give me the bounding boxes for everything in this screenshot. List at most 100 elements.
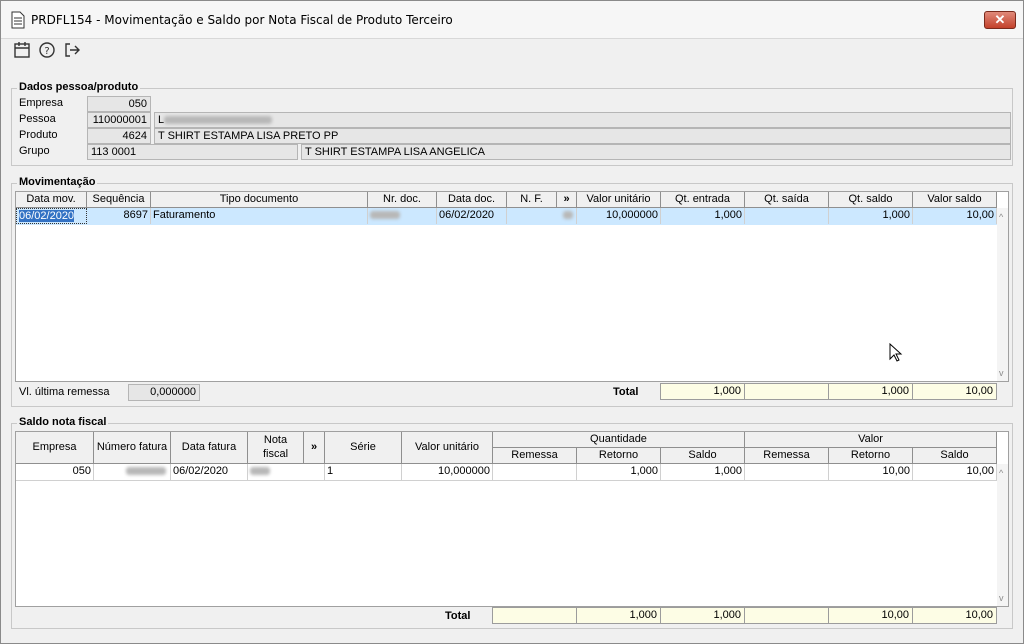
scroll-down-icon[interactable]: v xyxy=(999,593,1004,603)
col-header-valor-unitario[interactable]: Valor unitário xyxy=(402,432,493,464)
col-header-qt-entrada[interactable]: Qt. entrada xyxy=(661,192,745,208)
col-header-quantidade[interactable]: Quantidade xyxy=(493,432,745,448)
produto-code-field[interactable]: 4624 xyxy=(87,128,151,144)
pessoa-label: Pessoa xyxy=(19,113,56,125)
total-qt-saldo: 1,000 xyxy=(828,383,913,400)
app-window: PRDFL154 - Movimentação e Saldo por Nota… xyxy=(0,0,1024,644)
cell-numero-fatura[interactable] xyxy=(94,464,171,480)
cell-q-remessa[interactable] xyxy=(493,464,577,480)
col-header-v-retorno[interactable]: Retorno xyxy=(829,448,913,464)
produto-name-field: T SHIRT ESTAMPA LISA PRETO PP xyxy=(154,128,1011,144)
col-header-serie[interactable]: Série xyxy=(325,432,402,464)
grupo-name-field: T SHIRT ESTAMPA LISA ANGELICA xyxy=(301,144,1011,160)
movimentacao-grid[interactable]: Data mov. Sequência Tipo documento Nr. d… xyxy=(15,191,1009,382)
ultima-remessa-label: Vl. última remessa xyxy=(19,386,110,398)
col-header-qt-saldo[interactable]: Qt. saldo xyxy=(829,192,913,208)
scroll-up-icon[interactable]: ^ xyxy=(999,212,1003,222)
cell-nf[interactable] xyxy=(507,208,577,224)
scroll-down-icon[interactable]: v xyxy=(999,368,1004,378)
cell-valor-unitario[interactable]: 10,000000 xyxy=(402,464,493,480)
window-title: PRDFL154 - Movimentação e Saldo por Nota… xyxy=(31,13,453,27)
close-button[interactable]: ✕ xyxy=(984,11,1016,29)
cell-empresa[interactable]: 050 xyxy=(16,464,94,480)
produto-label: Produto xyxy=(19,129,58,141)
saldo-grid[interactable]: Empresa Número fatura Data fatura Nota f… xyxy=(15,431,1009,607)
nota-fiscal-line2: fiscal xyxy=(262,448,289,460)
pessoa-name-field: L xyxy=(154,112,1011,128)
grupo-code-field[interactable]: 113 0001 xyxy=(87,144,298,160)
cell-valor-unitario[interactable]: 10,000000 xyxy=(577,208,661,224)
cell-qt-saldo[interactable]: 1,000 xyxy=(829,208,913,224)
col-header-nf[interactable]: N. F. xyxy=(507,192,557,208)
mouse-cursor-icon xyxy=(889,342,903,366)
total-v-remessa xyxy=(744,607,829,624)
saldo-title: Saldo nota fiscal xyxy=(17,416,109,428)
col-header-sequencia[interactable]: Sequência xyxy=(87,192,151,208)
cell-sequencia[interactable]: 8697 xyxy=(87,208,151,224)
col-header-valor[interactable]: Valor xyxy=(745,432,997,448)
col-header-valor-saldo[interactable]: Valor saldo xyxy=(913,192,997,208)
col-header-qt-saida[interactable]: Qt. saída xyxy=(745,192,829,208)
cell-q-retorno[interactable]: 1,000 xyxy=(577,464,661,480)
total-v-retorno: 10,00 xyxy=(828,607,913,624)
col-header-more[interactable]: » xyxy=(304,432,325,464)
exit-icon[interactable] xyxy=(63,41,83,61)
pessoa-code-field[interactable]: 110000001 xyxy=(87,112,151,128)
total-q-remessa xyxy=(492,607,577,624)
cell-q-saldo[interactable]: 1,000 xyxy=(661,464,745,480)
col-header-v-remessa[interactable]: Remessa xyxy=(745,448,829,464)
col-header-q-retorno[interactable]: Retorno xyxy=(577,448,661,464)
total-q-retorno: 1,000 xyxy=(576,607,661,624)
cell-qt-saida[interactable] xyxy=(745,208,829,224)
empresa-field[interactable]: 050 xyxy=(87,96,151,112)
cell-nota-fiscal[interactable] xyxy=(248,464,325,480)
cell-data-doc[interactable]: 06/02/2020 xyxy=(437,208,507,224)
cell-v-saldo[interactable]: 10,00 xyxy=(913,464,997,480)
col-header-q-saldo[interactable]: Saldo xyxy=(661,448,745,464)
total-q-saldo: 1,000 xyxy=(660,607,745,624)
cell-tipo-documento[interactable]: Faturamento xyxy=(151,208,368,224)
table-row[interactable]: 06/02/2020 8697 Faturamento 06/02/2020 1… xyxy=(16,208,997,225)
vertical-scrollbar[interactable] xyxy=(997,464,1008,606)
col-header-valor-unitario[interactable]: Valor unitário xyxy=(577,192,661,208)
redacted-text xyxy=(164,116,273,125)
col-header-data-mov[interactable]: Data mov. xyxy=(16,192,87,208)
cell-v-remessa[interactable] xyxy=(745,464,829,480)
redacted-text xyxy=(563,211,573,220)
nota-fiscal-line1: Nota xyxy=(263,434,288,446)
col-header-v-saldo[interactable]: Saldo xyxy=(913,448,997,464)
col-header-empresa[interactable]: Empresa xyxy=(16,432,94,464)
total-valor-saldo: 10,00 xyxy=(912,383,997,400)
document-icon xyxy=(11,11,25,32)
col-header-data-doc[interactable]: Data doc. xyxy=(437,192,507,208)
cell-nr-doc[interactable] xyxy=(368,208,437,224)
vertical-scrollbar[interactable] xyxy=(997,208,1008,381)
col-header-q-remessa[interactable]: Remessa xyxy=(493,448,577,464)
col-header-nr-doc[interactable]: Nr. doc. xyxy=(368,192,437,208)
total-v-saldo: 10,00 xyxy=(912,607,997,624)
col-header-nota-fiscal[interactable]: Nota fiscal xyxy=(248,432,304,464)
calendar-icon[interactable] xyxy=(13,41,33,61)
cell-serie[interactable]: 1 xyxy=(325,464,402,480)
col-header-tipo-documento[interactable]: Tipo documento xyxy=(151,192,368,208)
ultima-remessa-field: 0,000000 xyxy=(128,384,200,401)
cell-v-retorno[interactable]: 10,00 xyxy=(829,464,913,480)
title-bar: PRDFL154 - Movimentação e Saldo por Nota… xyxy=(1,1,1023,39)
cell-data-mov[interactable]: 06/02/2020 xyxy=(16,208,87,224)
movimentacao-total-label: Total xyxy=(613,386,639,398)
saldo-total-label: Total xyxy=(445,610,471,622)
scroll-up-icon[interactable]: ^ xyxy=(999,468,1003,478)
toolbar: ? xyxy=(1,39,1023,63)
col-header-numero-fatura[interactable]: Número fatura xyxy=(94,432,171,464)
help-icon[interactable]: ? xyxy=(38,41,58,61)
cell-valor-saldo[interactable]: 10,00 xyxy=(913,208,997,224)
redacted-text xyxy=(370,211,400,220)
table-row[interactable]: 050 06/02/2020 1 10,000000 1,000 1,000 1… xyxy=(16,464,997,481)
col-header-data-fatura[interactable]: Data fatura xyxy=(171,432,248,464)
total-qt-saida xyxy=(744,383,829,400)
cell-data-fatura[interactable]: 06/02/2020 xyxy=(171,464,248,480)
cell-qt-entrada[interactable]: 1,000 xyxy=(661,208,745,224)
redacted-text xyxy=(250,467,270,476)
selected-date-text: 06/02/2020 xyxy=(19,210,75,222)
col-header-more[interactable]: » xyxy=(557,192,577,208)
